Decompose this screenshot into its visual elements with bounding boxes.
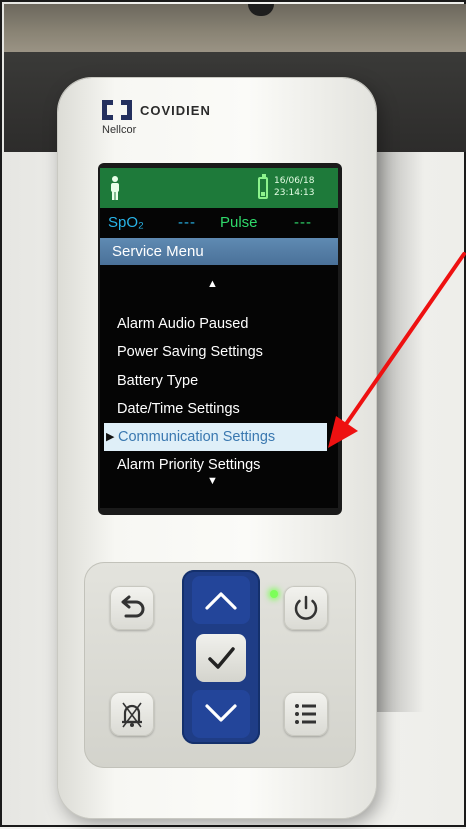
- covidien-logo-icon: [102, 100, 132, 120]
- up-button[interactable]: [192, 576, 250, 624]
- navigation-pad: [182, 570, 260, 744]
- checkmark-icon: [208, 647, 235, 669]
- menu-button[interactable]: [284, 692, 328, 736]
- back-arrow-icon: [121, 595, 145, 618]
- spo2-value: ---: [178, 214, 196, 231]
- power-button[interactable]: [284, 586, 328, 630]
- menu-item-power-saving-settings[interactable]: Power Saving Settings: [100, 338, 338, 366]
- power-icon: [294, 595, 318, 620]
- background-wall: [4, 4, 466, 52]
- ok-button[interactable]: [196, 634, 246, 682]
- pulse-oximeter-device: COVIDIEN Nellcor 16/06/18 23:14:13 SpO₂ …: [58, 78, 376, 818]
- photo-frame: COVIDIEN Nellcor 16/06/18 23:14:13 SpO₂ …: [0, 0, 466, 827]
- menu-title: Service Menu: [100, 238, 338, 265]
- menu-list-icon: [295, 704, 316, 724]
- sub-brand-name: Nellcor: [102, 124, 137, 136]
- scroll-down-icon: ▼: [207, 475, 218, 487]
- menu-item-date-time-settings[interactable]: Date/Time Settings: [100, 395, 338, 423]
- selection-caret-icon: ▶: [106, 431, 115, 443]
- menu-item-battery-type[interactable]: Battery Type: [100, 367, 338, 395]
- keypad: [84, 562, 356, 768]
- chevron-up-icon: [205, 592, 237, 610]
- screen-bezel: 16/06/18 23:14:13 SpO₂ --- Pulse --- Ser…: [98, 163, 342, 515]
- pulse-label: Pulse: [220, 214, 258, 231]
- menu-item-communication-settings[interactable]: ▶ Communication Settings: [104, 423, 327, 451]
- menu-item-alarm-priority-settings[interactable]: Alarm Priority Settings: [100, 451, 338, 479]
- status-bar: 16/06/18 23:14:13: [100, 168, 338, 208]
- status-time: 23:14:13: [274, 188, 315, 198]
- pulse-value: ---: [294, 214, 312, 231]
- scroll-up-icon: ▲: [207, 278, 218, 290]
- power-led: [270, 590, 278, 598]
- chevron-down-icon: [205, 704, 237, 722]
- alarm-silence-icon: [122, 702, 142, 728]
- battery-icon: [258, 174, 268, 199]
- down-button[interactable]: [192, 690, 250, 738]
- person-icon: [111, 176, 119, 200]
- device-screen: 16/06/18 23:14:13 SpO₂ --- Pulse --- Ser…: [100, 168, 338, 508]
- menu-item-alarm-audio-paused[interactable]: Alarm Audio Paused: [100, 310, 338, 338]
- menu-item-label: Communication Settings: [118, 429, 276, 445]
- spo2-label: SpO₂: [108, 214, 144, 231]
- back-button[interactable]: [110, 586, 154, 630]
- vital-params: SpO₂ --- Pulse ---: [100, 212, 338, 234]
- brand-logo: COVIDIEN: [102, 100, 211, 120]
- status-date: 16/06/18: [274, 176, 315, 186]
- brand-name: COVIDIEN: [140, 102, 211, 118]
- alarm-silence-button[interactable]: [110, 692, 154, 736]
